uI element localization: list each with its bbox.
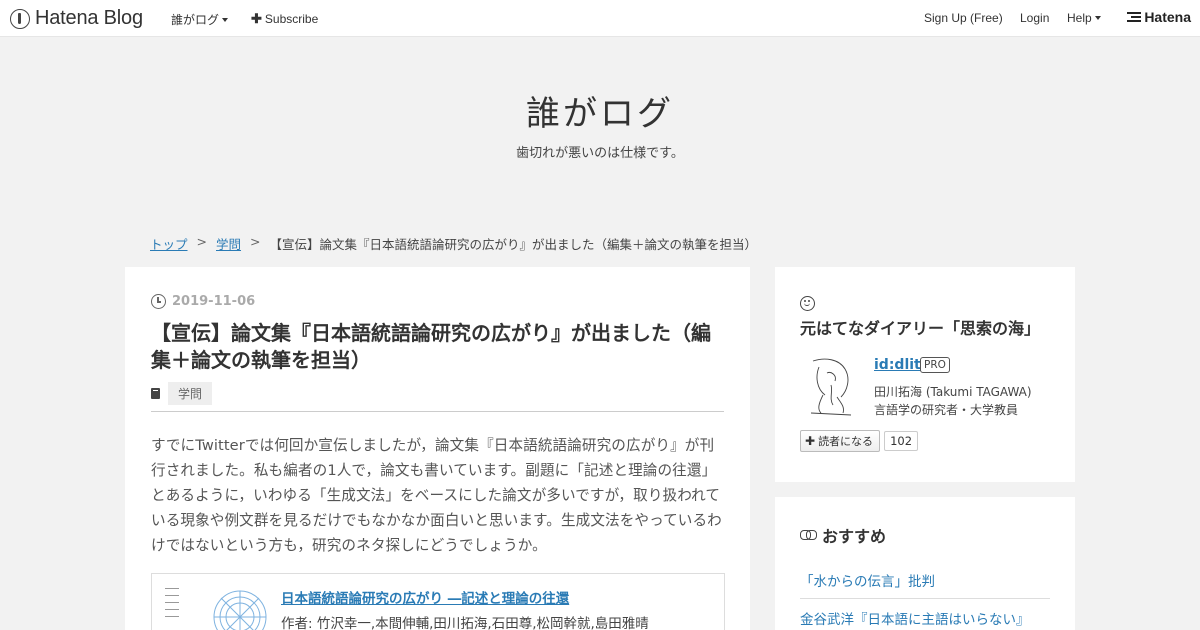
entry-date[interactable]: 2019-11-06 [151,294,255,309]
logo-text: Hatena Blog [35,7,143,29]
embed-title-link[interactable]: 日本語統語論研究の広がり ―記述と理論の往還 [281,587,569,607]
book-embed-card[interactable]: 日本語統語論研究の広がり ―記述と理論の往還 作者: 竹沢幸一,本間伸輔,田川拓… [151,573,725,630]
book-icon [151,388,160,399]
recommend-heading-text: おすすめ [822,527,887,546]
blog-description: 歯切れが悪いのは仕様です。 [516,146,684,161]
hatena-blog-logo[interactable]: Hatena Blog [10,7,143,30]
breadcrumb-current: 【宣伝】論文集『日本語統語論研究の広がり』が出ました（編集＋論文の執筆を担当） [269,237,758,252]
breadcrumb-separator: > [250,234,261,249]
sidebar-recommend-module: おすすめ 「水からの伝言」批判 金谷武洋『日本語に主語はいらない』 [775,497,1075,630]
profile-description: 言語学の研究者・大学教員 [874,403,1019,417]
subscribe-link[interactable]: ✚ Subscribe [251,11,318,27]
clock-icon [151,294,166,309]
plus-icon: ✚ [805,434,816,448]
blog-menu-dropdown[interactable]: 誰がログ [171,11,229,28]
book-cover-image [165,588,185,623]
profile-id-link[interactable]: id:dlit [874,357,921,373]
sidebar-profile-module: 元はてなダイアリー「思索の海」 id:dlit PRO 田川拓海 (Takumi… [775,267,1075,482]
entry-category: 学問 [151,382,213,405]
divider [151,411,724,412]
global-header: Hatena Blog 誰がログ ✚ Subscribe Sign Up (Fr… [0,0,1200,37]
signup-label: Sign Up (Free) [924,11,1003,25]
entry-body: すでにTwitterでは何回か宣伝しましたが，論文集『日本語統語論研究の広がり』… [151,437,722,554]
blog-menu-label: 誰がログ [171,13,220,27]
recommend-item[interactable]: 金谷武洋『日本語に主語はいらない』 [800,608,1050,628]
reader-subscribe: ✚ 読者になる 102 [800,430,919,452]
ink-drop-icon [10,8,30,29]
pro-badge: PRO [920,357,950,373]
subscribe-button-label: 読者になる [818,435,874,448]
hatena-brand-label: Hatena [1144,9,1191,25]
help-label: Help [1067,11,1092,25]
caret-down-icon [222,17,229,22]
breadcrumb-category-link[interactable]: 学問 [216,234,241,253]
avatar[interactable] [805,355,855,419]
login-label: Login [1020,11,1050,25]
profile-heading: 元はてなダイアリー「思索の海」 [800,291,1055,341]
subscribe-label: Subscribe [264,12,319,26]
hatena-mark-icon [1127,10,1142,24]
breadcrumb-separator: > [196,234,207,249]
breadcrumb: トップ > 学問 > 【宣伝】論文集『日本語統語論研究の広がり』が出ました（編集… [150,234,757,253]
recommend-item[interactable]: 「水からの伝言」批判 [800,570,1050,599]
book-cover-graphic [213,590,267,630]
recommend-heading: おすすめ [800,523,886,547]
entry-title[interactable]: 【宣伝】論文集『日本語統語論研究の広がり』が出ました（編集＋論文の執筆を担当） [151,320,721,374]
embed-author: 作者: 竹沢幸一,本間伸輔,田川拓海,石田尊,松岡幹就,島田雅晴 [281,616,649,630]
entry-article: 2019-11-06 【宣伝】論文集『日本語統語論研究の広がり』が出ました（編集… [125,267,750,630]
subscribe-button[interactable]: ✚ 読者になる [800,430,881,452]
hatena-brand-link[interactable]: Hatena [1127,9,1191,25]
caret-down-icon [1094,16,1101,20]
signup-link[interactable]: Sign Up (Free) [924,11,1003,25]
profile-heading-text: 元はてなダイアリー「思索の海」 [800,319,1041,338]
link-icon [800,530,817,540]
help-dropdown[interactable]: Help [1067,11,1101,25]
profile-name: 田川拓海 (Takumi TAGAWA) [874,385,1032,399]
plus-icon: ✚ [251,11,262,26]
subscriber-count[interactable]: 102 [884,431,919,451]
category-tag[interactable]: 学問 [168,382,213,405]
login-link[interactable]: Login [1020,11,1049,25]
blog-title[interactable]: 誰がログ [0,86,1200,135]
entry-date-text: 2019-11-06 [172,294,256,309]
smile-icon [800,296,815,311]
breadcrumb-home-link[interactable]: トップ [150,234,188,253]
